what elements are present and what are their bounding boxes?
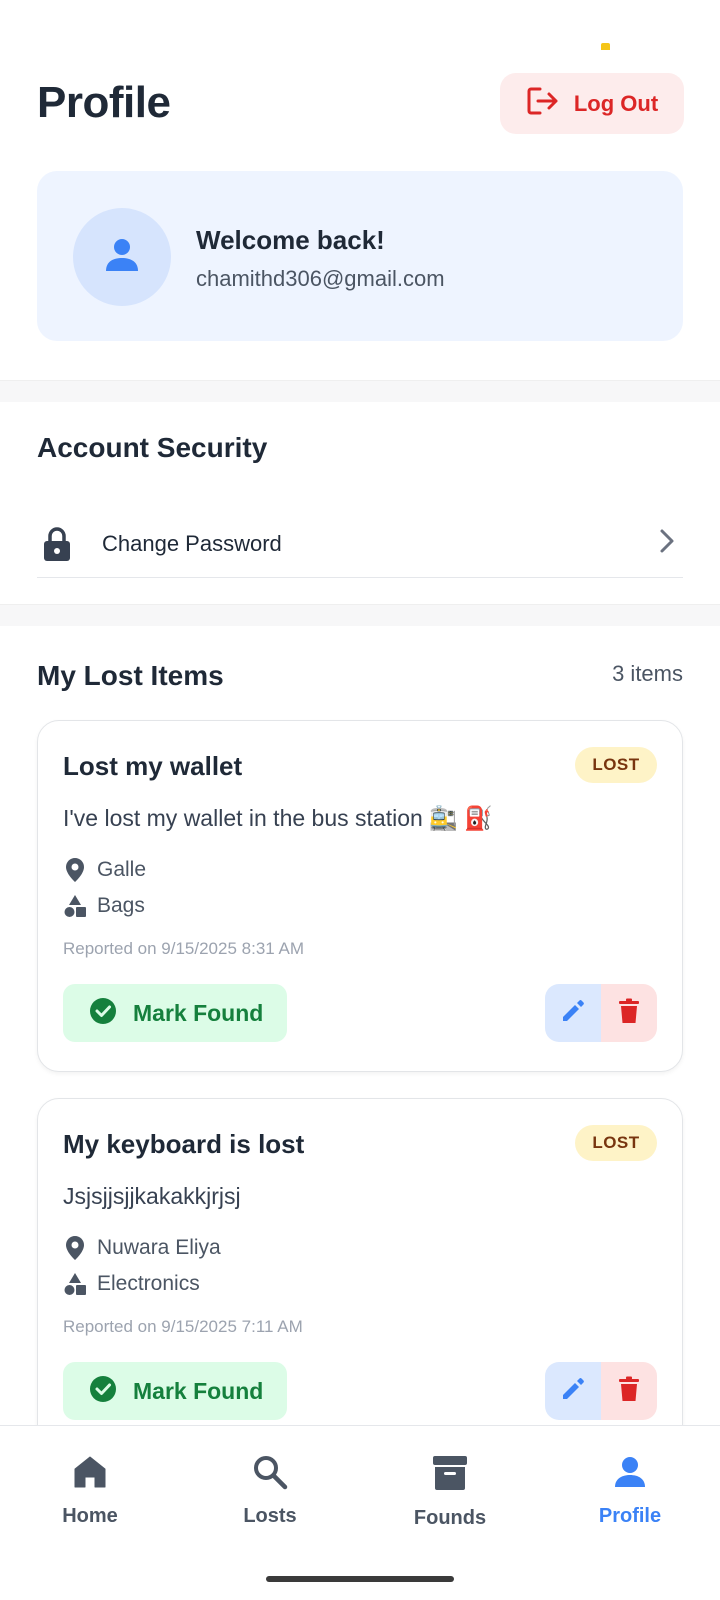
check-circle-icon <box>89 1375 117 1408</box>
nav-label-home: Home <box>62 1505 118 1527</box>
reported-date: Reported on 9/15/2025 7:11 AM <box>63 1317 303 1336</box>
reported-date: Reported on 9/15/2025 8:31 AM <box>63 939 305 958</box>
nav-label-founds: Founds <box>413 1507 487 1529</box>
change-password-label: Change Password <box>102 530 282 556</box>
bottom-nav: Home Losts Founds Profile <box>0 1425 720 1600</box>
nav-label-profile: Profile <box>598 1505 662 1527</box>
mark-found-button[interactable]: Mark Found <box>63 984 287 1042</box>
item-description: I've lost my wallet in the bus station 🚉… <box>63 805 493 831</box>
edit-button[interactable] <box>545 984 601 1042</box>
status-badge: LOST <box>575 1125 657 1161</box>
lock-icon <box>41 524 73 564</box>
change-password-row[interactable]: Change Password <box>37 510 683 578</box>
delete-button[interactable] <box>601 984 657 1042</box>
item-category: Bags <box>63 894 145 918</box>
lost-item-card[interactable]: My keyboard is lost LOST Jsjsjjsjjkakakk… <box>37 1098 683 1450</box>
item-location: Galle <box>63 857 146 883</box>
location-pin-icon <box>63 1235 87 1261</box>
home-icon <box>72 1454 108 1495</box>
nav-item-profile[interactable]: Profile <box>560 1454 700 1528</box>
item-location-label: Galle <box>97 858 147 881</box>
section-divider <box>0 380 720 402</box>
delete-button[interactable] <box>601 1362 657 1420</box>
page-title: Profile <box>37 78 171 127</box>
avatar <box>73 208 171 306</box>
logout-button[interactable]: Log Out <box>500 73 684 134</box>
nav-item-founds[interactable]: Founds <box>380 1454 520 1530</box>
logout-icon <box>526 86 560 121</box>
item-category-label: Electronics <box>97 1272 200 1295</box>
person-icon <box>102 235 142 280</box>
lost-items-title: My Lost Items <box>37 660 224 691</box>
lost-item-card[interactable]: Lost my wallet LOST I've lost my wallet … <box>37 720 683 1072</box>
item-category: Electronics <box>63 1272 200 1296</box>
location-pin-icon <box>63 857 87 883</box>
item-title: My keyboard is lost <box>63 1129 305 1159</box>
nav-label-losts: Losts <box>243 1505 297 1527</box>
header: Profile Log Out <box>0 0 720 170</box>
status-badge: LOST <box>575 747 657 783</box>
pencil-icon <box>560 1376 586 1407</box>
edit-button[interactable] <box>545 1362 601 1420</box>
trash-icon <box>618 1376 640 1407</box>
account-security-title: Account Security <box>37 432 268 463</box>
search-icon <box>252 1454 288 1495</box>
section-divider <box>0 604 720 626</box>
chevron-right-icon <box>659 528 675 559</box>
welcome-card: Welcome back! chamithd306@gmail.com <box>37 171 683 341</box>
item-title: Lost my wallet <box>63 751 243 781</box>
mark-found-label: Mark Found <box>133 999 264 1026</box>
check-circle-icon <box>89 997 117 1030</box>
nav-item-losts[interactable]: Losts <box>200 1454 340 1528</box>
item-location-label: Nuwara Eliya <box>97 1236 221 1259</box>
home-indicator[interactable] <box>266 1576 454 1582</box>
trash-icon <box>618 998 640 1029</box>
logout-label: Log Out <box>573 90 659 116</box>
welcome-title: Welcome back! <box>196 225 385 255</box>
nav-item-home[interactable]: Home <box>20 1454 160 1528</box>
mark-found-label: Mark Found <box>133 1377 264 1404</box>
category-icon <box>63 1272 87 1296</box>
item-location: Nuwara Eliya <box>63 1235 221 1261</box>
pencil-icon <box>560 998 586 1029</box>
item-category-label: Bags <box>97 894 145 917</box>
person-icon <box>612 1454 648 1495</box>
items-count: 3 items <box>612 661 683 686</box>
category-icon <box>63 894 87 918</box>
user-email: chamithd306@gmail.com <box>196 266 445 291</box>
archive-icon <box>431 1454 469 1497</box>
item-description: Jsjsjjsjjkakakkjrjsj <box>63 1183 241 1209</box>
mark-found-button[interactable]: Mark Found <box>63 1362 287 1420</box>
